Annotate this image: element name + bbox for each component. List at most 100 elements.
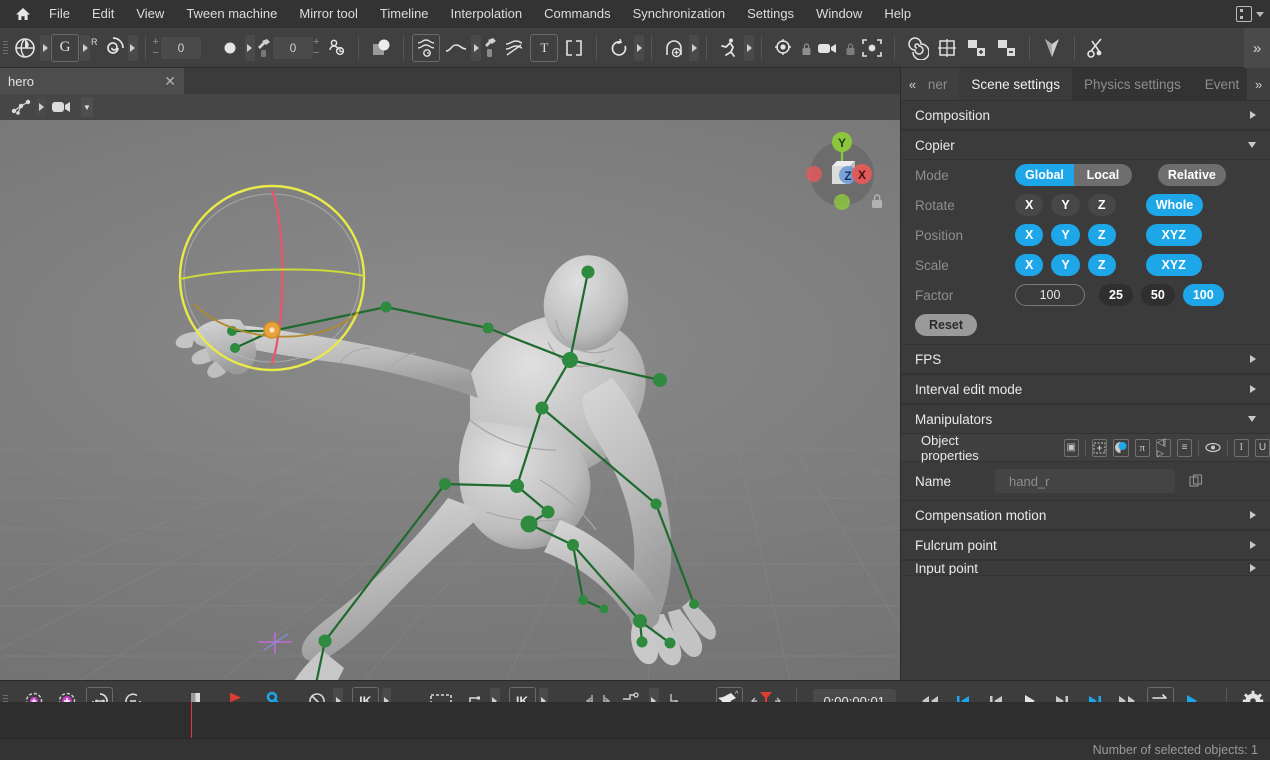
menu-synchronization[interactable]: Synchronization [622, 0, 737, 28]
tab-outliner[interactable]: ner [924, 68, 960, 100]
pi-constraint-icon[interactable]: π [1135, 439, 1150, 457]
mic-icon[interactable] [482, 34, 498, 62]
tab-scene-settings[interactable]: Scene settings [959, 68, 1072, 100]
scale-y-button[interactable]: Y [1051, 254, 1079, 276]
menu-tween-machine[interactable]: Tween machine [175, 0, 288, 28]
viewport-tab-hero[interactable]: hero ✕ [0, 68, 184, 94]
tab-physics-settings[interactable]: Physics settings [1072, 68, 1193, 100]
viewport-3d[interactable]: Y Z X [0, 120, 900, 680]
motion-blend-icon[interactable] [500, 34, 528, 62]
list-icon[interactable]: ≡ [1177, 439, 1192, 457]
layer-remove-icon[interactable] [993, 34, 1021, 62]
lock-small-icon[interactable] [800, 34, 812, 62]
menu-settings[interactable]: Settings [736, 0, 805, 28]
position-y-button[interactable]: Y [1051, 224, 1079, 246]
rotate-whole-button[interactable]: Whole [1146, 194, 1204, 216]
global-coord-icon[interactable]: G [51, 34, 79, 62]
scale-xyz-button[interactable]: XYZ [1146, 254, 1202, 276]
pin-icon[interactable] [256, 34, 272, 62]
global-coord-dropdown[interactable] [80, 35, 90, 61]
copier-reset-button[interactable]: Reset [915, 314, 977, 336]
factor-preset-100-button[interactable]: 100 [1183, 284, 1224, 306]
menu-mirror-tool[interactable]: Mirror tool [288, 0, 369, 28]
graph-curve-icon[interactable] [412, 34, 440, 62]
toolbar-grip[interactable] [0, 28, 10, 68]
menu-file[interactable]: File [38, 0, 81, 28]
ease-curve-dropdown[interactable] [471, 35, 481, 61]
sphere-select-icon[interactable] [11, 34, 39, 62]
section-interval-edit-mode[interactable]: Interval edit mode [901, 374, 1270, 404]
limits-icon[interactable]: ◁|▷ [1156, 439, 1171, 457]
position-z-button[interactable]: Z [1088, 224, 1116, 246]
section-copier[interactable]: Copier [901, 130, 1270, 160]
text-tool-icon[interactable]: T [530, 34, 558, 62]
run-motion-icon[interactable] [715, 34, 743, 62]
factor-preset-50-button[interactable]: 50 [1141, 284, 1175, 306]
section-composition[interactable]: Composition [901, 100, 1270, 130]
view-orientation-gizmo[interactable]: Y Z X [796, 128, 888, 216]
object-name-input[interactable]: hand_r [995, 469, 1175, 493]
scale-z-button[interactable]: Z [1088, 254, 1116, 276]
person-pivot-icon[interactable] [322, 34, 350, 62]
dot-handle-icon[interactable] [216, 34, 244, 62]
chevron-down-icon[interactable]: ▼ [81, 97, 93, 117]
scale-x-button[interactable]: X [1015, 254, 1043, 276]
bracket-range-icon[interactable] [560, 34, 588, 62]
position-stepper[interactable]: +− [313, 35, 319, 61]
chevron-double-right-icon[interactable]: » [1247, 68, 1270, 100]
sphere-select-dropdown[interactable] [40, 35, 50, 61]
dot-handle-dropdown[interactable] [245, 35, 255, 61]
chevron-down-icon[interactable] [1256, 12, 1264, 17]
scissors-icon[interactable] [1083, 34, 1111, 62]
menu-help[interactable]: Help [873, 0, 922, 28]
rotate-y-button[interactable]: Y [1051, 194, 1079, 216]
ease-curve-icon[interactable] [442, 34, 470, 62]
run-motion-dropdown[interactable] [744, 35, 754, 61]
menu-window[interactable]: Window [805, 0, 873, 28]
target-lock-icon[interactable] [770, 34, 798, 62]
focus-frame-icon[interactable] [858, 34, 886, 62]
section-fps[interactable]: FPS [901, 344, 1270, 374]
mode-local-button[interactable]: Local [1074, 164, 1132, 186]
mode-global-button[interactable]: Global [1015, 164, 1074, 186]
camera-lock-icon[interactable] [814, 34, 842, 62]
camera-icon[interactable] [49, 96, 77, 118]
v-shape-icon[interactable] [1038, 34, 1066, 62]
layout-preset-icon[interactable] [1236, 6, 1252, 22]
position-xyz-button[interactable]: XYZ [1146, 224, 1202, 246]
bone-chain-icon[interactable] [9, 96, 33, 118]
rect-select-icon[interactable]: ▣ [1064, 439, 1079, 457]
menu-view[interactable]: View [125, 0, 175, 28]
transform-box-icon[interactable] [1092, 439, 1107, 457]
rotate-value-field[interactable]: 0 [161, 37, 201, 59]
position-value-field[interactable]: 0 [273, 37, 313, 59]
arc-add-icon[interactable] [660, 34, 688, 62]
spiral-deform-icon[interactable] [99, 34, 127, 62]
factor-value-input[interactable]: 100 [1015, 284, 1085, 306]
properties-scroll-area[interactable]: Composition Copier Mode Global Local Rel… [901, 100, 1270, 680]
info-text-icon[interactable]: I [1234, 439, 1249, 457]
loop-cycle-icon[interactable] [605, 34, 633, 62]
menu-interpolation[interactable]: Interpolation [440, 0, 534, 28]
rotate-x-button[interactable]: X [1015, 194, 1043, 216]
factor-preset-25-button[interactable]: 25 [1099, 284, 1133, 306]
mode-relative-button[interactable]: Relative [1158, 164, 1226, 186]
eye-visibility-icon[interactable] [1205, 439, 1221, 457]
color-blend-icon[interactable] [1113, 439, 1129, 457]
section-manipulators[interactable]: Manipulators [901, 404, 1270, 434]
section-input-point[interactable]: Input point [901, 560, 1270, 576]
arc-add-dropdown[interactable] [689, 35, 699, 61]
position-x-button[interactable]: X [1015, 224, 1043, 246]
menu-commands[interactable]: Commands [533, 0, 621, 28]
bone-chain-dropdown[interactable] [36, 97, 46, 117]
section-compensation-motion[interactable]: Compensation motion [901, 500, 1270, 530]
lock-small-icon-2[interactable] [844, 34, 856, 62]
chevron-double-left-icon[interactable]: « [901, 68, 924, 100]
loop-cycle-dropdown[interactable] [634, 35, 644, 61]
rotate-stepper[interactable]: +− [153, 35, 159, 61]
spiral-icon[interactable] [903, 34, 931, 62]
tab-event[interactable]: Event [1193, 68, 1247, 100]
undo-u-icon[interactable]: U [1255, 439, 1270, 457]
menu-edit[interactable]: Edit [81, 0, 125, 28]
toolbar-overflow-button[interactable]: » [1244, 28, 1270, 68]
